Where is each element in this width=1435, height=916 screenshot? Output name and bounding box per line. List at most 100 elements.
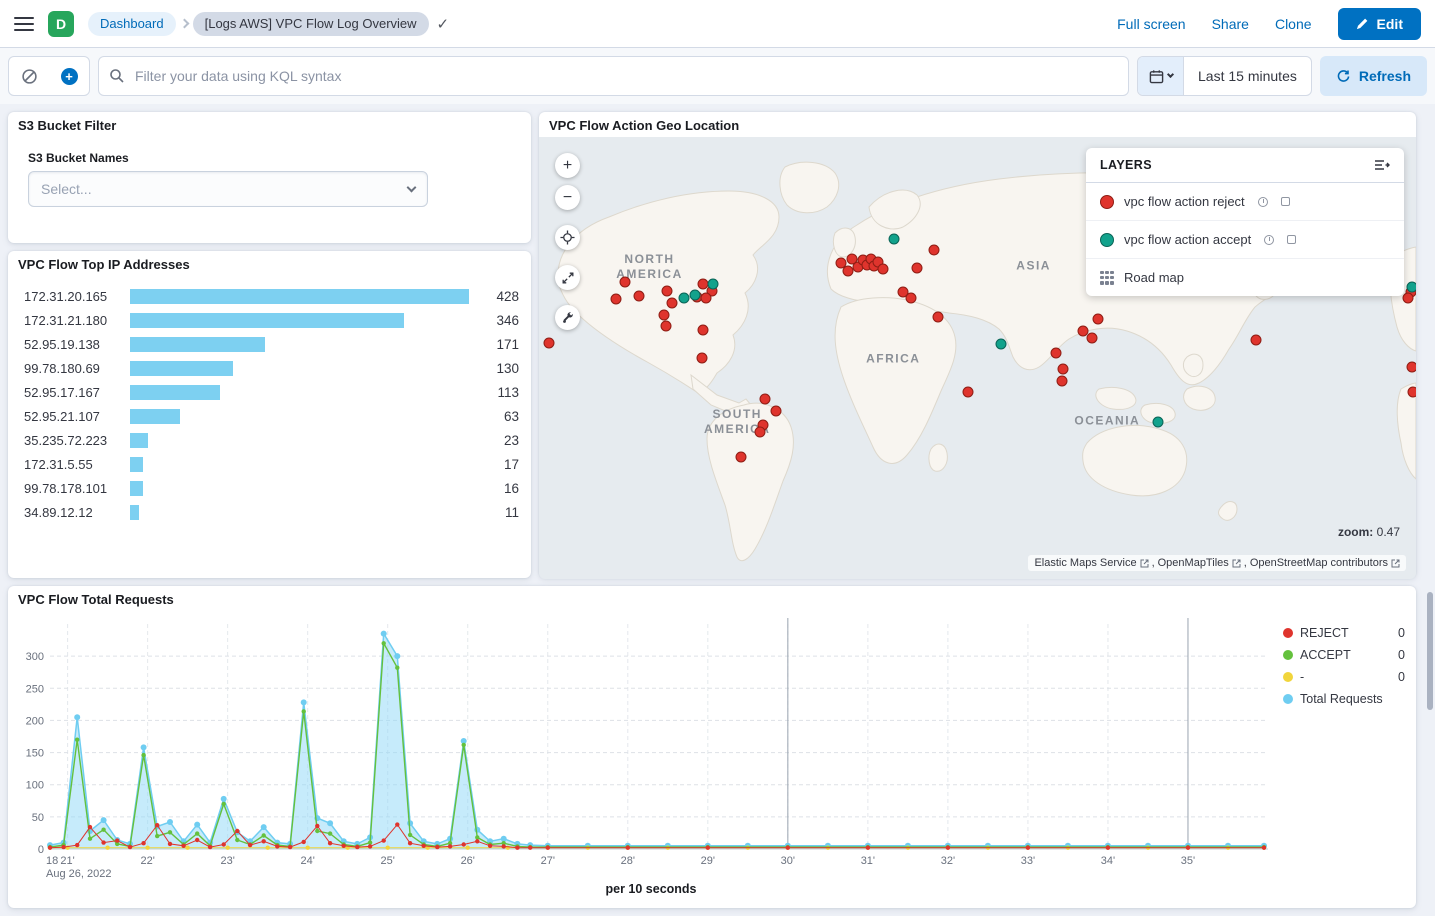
geo-point-reject[interactable] [842,265,853,276]
geo-point-reject[interactable] [1057,364,1068,375]
geo-point-accept[interactable] [678,292,689,303]
fit-to-data-icon[interactable] [555,265,580,290]
geo-point-reject[interactable] [760,394,771,405]
geo-point-accept[interactable] [1407,281,1416,292]
geo-point-reject[interactable] [543,337,554,348]
geo-point-reject[interactable] [633,291,644,302]
geo-point-reject[interactable] [619,276,630,287]
geo-point-reject[interactable] [1087,333,1098,344]
clone-link[interactable]: Clone [1275,16,1312,32]
svg-text:300: 300 [26,651,44,663]
layer-label: vpc flow action accept [1124,232,1251,247]
full-screen-link[interactable]: Full screen [1117,16,1185,32]
ip-bar[interactable] [130,289,469,304]
layer-row-basemap[interactable]: Road map [1086,259,1404,296]
spatial-filter-icon[interactable] [555,305,580,330]
ip-bar[interactable] [130,433,148,448]
zoom-in-icon[interactable]: + [555,153,580,178]
requests-legend: REJECT0ACCEPT0-0Total Requests [1283,622,1405,710]
geo-point-accept[interactable] [1153,417,1164,428]
attribution-link[interactable]: OpenMapTiles [1158,557,1229,569]
add-filter-icon[interactable]: + [49,57,89,95]
geo-point-reject[interactable] [611,294,622,305]
ip-bar[interactable] [130,361,233,376]
geo-point-reject[interactable] [1408,387,1416,398]
geo-point-reject[interactable] [905,292,916,303]
ip-bar[interactable] [130,457,143,472]
panel-top-ip-addresses: VPC Flow Top IP Addresses 172.31.20.1654… [8,251,531,578]
geo-point-reject[interactable] [1406,361,1416,372]
ip-bar[interactable] [130,505,139,520]
ip-bar[interactable] [130,337,265,352]
s3-bucket-select[interactable]: Select... [28,171,428,207]
collapse-layers-icon[interactable] [1374,158,1390,172]
geo-point-reject[interactable] [1403,292,1414,303]
ip-value: 17 [477,457,519,472]
ip-value: 16 [477,481,519,496]
layer-row-reject[interactable]: vpc flow action reject [1086,183,1404,221]
kql-search-input[interactable] [133,67,1118,85]
geo-point-reject[interactable] [700,292,711,303]
geo-point-accept[interactable] [690,289,701,300]
attribution-link[interactable]: OpenStreetMap contributors [1250,557,1388,569]
ip-label: 99.78.178.101 [24,481,124,496]
layer-checkbox-icon[interactable] [1281,197,1290,206]
menu-icon[interactable] [14,17,34,31]
set-view-icon[interactable] [555,225,580,250]
geo-point-reject[interactable] [1092,314,1103,325]
geo-point-reject[interactable] [662,285,673,296]
geo-point-reject[interactable] [933,311,944,322]
ip-bar[interactable] [130,385,220,400]
geo-point-reject[interactable] [697,325,708,336]
svg-text:18: 18 [46,855,58,867]
panel-title: VPC Flow Total Requests [8,586,1416,607]
legend-item[interactable]: REJECT0 [1283,622,1405,644]
geo-point-reject[interactable] [1050,348,1061,359]
ip-label: 99.78.180.69 [24,361,124,376]
geo-point-reject[interactable] [735,452,746,463]
geo-point-accept[interactable] [707,279,718,290]
space-avatar[interactable]: D [48,11,74,37]
ip-bar[interactable] [130,409,180,424]
basemap-grid-icon [1100,271,1114,285]
geo-point-reject[interactable] [667,298,678,309]
ip-bar[interactable] [130,481,143,496]
zoom-out-icon[interactable]: − [555,185,580,210]
geo-point-reject[interactable] [697,353,708,364]
external-link-icon [1140,559,1149,568]
calendar-button[interactable] [1138,57,1184,95]
geo-point-reject[interactable] [928,245,939,256]
requests-chart[interactable]: 21'22'23'24'25'26'27'28'29'30'31'32'33'3… [16,612,1286,882]
ip-bar-row: 172.31.20.165428 [24,284,519,308]
legend-item[interactable]: -0 [1283,666,1405,688]
legend-item[interactable]: Total Requests [1283,688,1405,710]
layer-checkbox-icon[interactable] [1287,235,1296,244]
reject-layer-swatch [1100,195,1114,209]
ip-bar-row: 172.31.21.180346 [24,308,519,332]
layer-row-accept[interactable]: vpc flow action accept [1086,221,1404,259]
world-map[interactable]: NORTH AMERICASOUTH AMERICAAFRICAASIAOCEA… [539,137,1416,579]
geo-point-reject[interactable] [755,426,766,437]
svg-text:21': 21' [60,855,74,867]
vertical-scrollbar[interactable] [1427,592,1433,710]
saved-query-icon[interactable] [9,57,49,95]
geo-point-accept[interactable] [996,338,1007,349]
geo-point-reject[interactable] [661,321,672,332]
legend-item[interactable]: ACCEPT0 [1283,644,1405,666]
geo-point-reject[interactable] [770,406,781,417]
refresh-button[interactable]: Refresh [1320,56,1427,96]
attribution-link[interactable]: Elastic Maps Service [1034,557,1136,569]
geo-point-reject[interactable] [1251,334,1262,345]
geo-point-reject[interactable] [877,264,888,275]
time-range-button[interactable]: Last 15 minutes [1184,57,1311,95]
breadcrumb-dashboard[interactable]: Dashboard [88,12,176,36]
edit-button[interactable]: Edit [1338,8,1421,40]
svg-text:150: 150 [26,748,44,760]
share-link[interactable]: Share [1212,16,1249,32]
geo-point-reject[interactable] [659,310,670,321]
geo-point-reject[interactable] [1056,375,1067,386]
geo-point-reject[interactable] [911,262,922,273]
geo-point-reject[interactable] [962,387,973,398]
geo-point-accept[interactable] [889,234,900,245]
ip-bar[interactable] [130,313,404,328]
